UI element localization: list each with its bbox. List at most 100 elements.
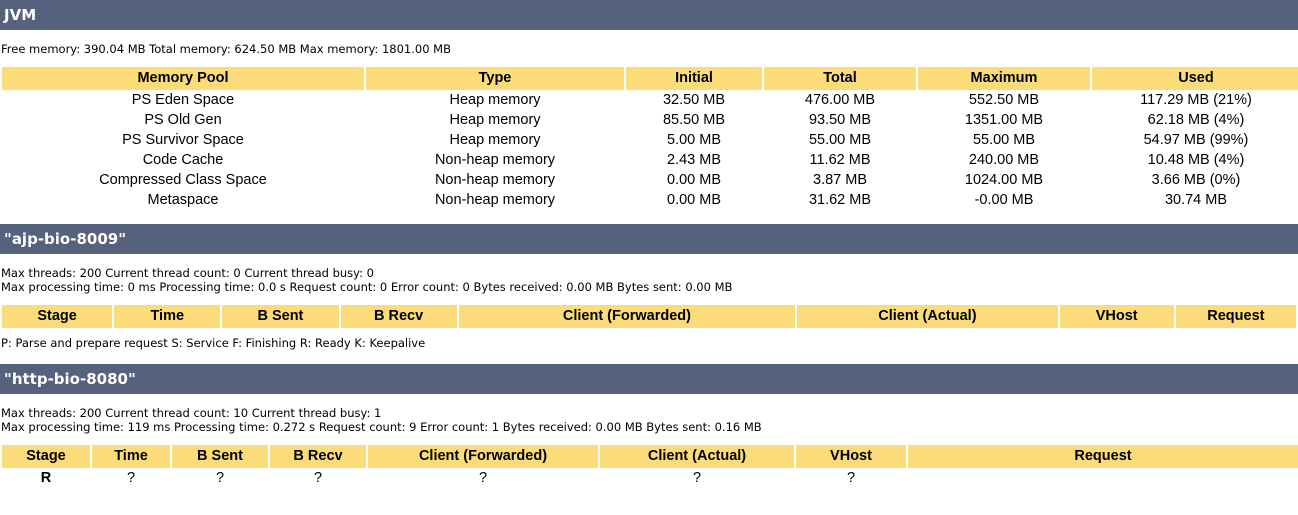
column-header-type: Type [366,66,624,90]
section-header-jvm: JVM [0,0,1298,30]
cell-initial: 0.00 MB [626,189,762,210]
cell-initial: 2.43 MB [626,149,762,170]
cell-client-actual: ? [600,467,794,488]
column-header-used: Used [1092,66,1298,90]
column-header-client-forwarded: Client (Forwarded) [368,444,598,468]
column-header-time: Time [114,304,221,328]
ajp-connector-stats: Max threads: 200 Current thread count: 0… [0,266,1298,295]
column-header-total: Total [764,66,916,90]
table-row: Compressed Class Space Non-heap memory 0… [2,169,1298,190]
cell-used: 30.74 MB [1092,189,1298,210]
cell-type: Heap memory [366,129,624,150]
cell-type: Non-heap memory [366,189,624,210]
cell-client-forwarded: ? [368,467,598,488]
column-header-initial: Initial [626,66,762,90]
jvm-memory-pool-table: Memory Pool Type Initial Total Maximum U… [0,66,1298,210]
column-header-request: Request [908,444,1298,468]
cell-total: 11.62 MB [764,149,916,170]
cell-memory-pool: Metaspace [2,189,364,210]
http-connector-stats: Max threads: 200 Current thread count: 1… [0,406,1298,435]
column-header-memory-pool: Memory Pool [2,66,364,90]
http-processing-line: Max processing time: 119 ms Processing t… [1,420,762,434]
http-requests-table: Stage Time B Sent B Recv Client (Forward… [0,444,1298,488]
column-header-vhost: VHost [1059,304,1174,328]
cell-request [908,467,1298,488]
cell-total: 31.62 MB [764,189,916,210]
cell-maximum: 1351.00 MB [918,109,1090,130]
cell-maximum: 55.00 MB [918,129,1090,150]
table-row: Code Cache Non-heap memory 2.43 MB 11.62… [2,149,1298,170]
stage-legend-text: P: Parse and prepare request S: Service … [1,335,426,350]
section-title-ajp-bio-8009: "ajp-bio-8009" [4,229,127,248]
column-header-client-actual: Client (Actual) [797,304,1058,328]
column-header-maximum: Maximum [918,66,1090,90]
cell-stage: R [2,467,90,488]
ajp-processing-line: Max processing time: 0 ms Processing tim… [1,280,733,294]
cell-type: Non-heap memory [366,169,624,190]
column-header-time: Time [92,444,170,468]
cell-total: 476.00 MB [764,89,916,110]
table-row: Metaspace Non-heap memory 0.00 MB 31.62 … [2,189,1298,210]
ajp-requests-table: Stage Time B Sent B Recv Client (Forward… [0,304,1298,328]
column-header-stage: Stage [2,304,113,328]
cell-time: ? [92,467,170,488]
table-header-row: Stage Time B Sent B Recv Client (Forward… [2,444,1298,468]
stage-legend: P: Parse and prepare request S: Service … [0,336,1298,350]
cell-used: 62.18 MB (4%) [1092,109,1298,130]
cell-initial: 85.50 MB [626,109,762,130]
section-header-http-bio-8080: "http-bio-8080" [0,363,1298,394]
column-header-b-sent: B Sent [172,444,268,468]
cell-used: 54.97 MB (99%) [1092,129,1298,150]
cell-initial: 0.00 MB [626,169,762,190]
table-header-row: Stage Time B Sent B Recv Client (Forward… [2,304,1296,328]
column-header-stage: Stage [2,444,90,468]
cell-maximum: 1024.00 MB [918,169,1090,190]
section-title-jvm: JVM [4,6,37,24]
cell-total: 93.50 MB [764,109,916,130]
cell-b-sent: ? [172,467,268,488]
section-title-http-bio-8080: "http-bio-8080" [4,369,136,388]
cell-maximum: -0.00 MB [918,189,1090,210]
column-header-client-actual: Client (Actual) [600,444,794,468]
column-header-vhost: VHost [796,444,906,468]
cell-used: 10.48 MB (4%) [1092,149,1298,170]
table-row: PS Old Gen Heap memory 85.50 MB 93.50 MB… [2,109,1298,130]
column-header-b-sent: B Sent [222,304,339,328]
cell-used: 3.66 MB (0%) [1092,169,1298,190]
table-row: R ? ? ? ? ? ? [2,467,1298,488]
cell-memory-pool: Compressed Class Space [2,169,364,190]
table-row: PS Eden Space Heap memory 32.50 MB 476.0… [2,89,1298,110]
column-header-request: Request [1175,304,1296,328]
cell-used: 117.29 MB (21%) [1092,89,1298,110]
jvm-memory-summary-line: Free memory: 390.04 MB Total memory: 624… [1,42,451,56]
cell-type: Heap memory [366,89,624,110]
table-row: PS Survivor Space Heap memory 5.00 MB 55… [2,129,1298,150]
cell-type: Non-heap memory [366,149,624,170]
cell-memory-pool: Code Cache [2,149,364,170]
cell-b-recv: ? [270,467,366,488]
table-header-row: Memory Pool Type Initial Total Maximum U… [2,66,1298,90]
cell-type: Heap memory [366,109,624,130]
section-header-ajp-bio-8009: "ajp-bio-8009" [0,223,1298,254]
cell-maximum: 552.50 MB [918,89,1090,110]
cell-vhost: ? [796,467,906,488]
cell-initial: 5.00 MB [626,129,762,150]
cell-total: 3.87 MB [764,169,916,190]
cell-memory-pool: PS Eden Space [2,89,364,110]
cell-maximum: 240.00 MB [918,149,1090,170]
column-header-b-recv: B Recv [270,444,366,468]
column-header-b-recv: B Recv [340,304,457,328]
cell-memory-pool: PS Old Gen [2,109,364,130]
http-threads-line: Max threads: 200 Current thread count: 1… [1,405,382,420]
ajp-threads-line: Max threads: 200 Current thread count: 0… [1,265,374,280]
cell-initial: 32.50 MB [626,89,762,110]
cell-total: 55.00 MB [764,129,916,150]
